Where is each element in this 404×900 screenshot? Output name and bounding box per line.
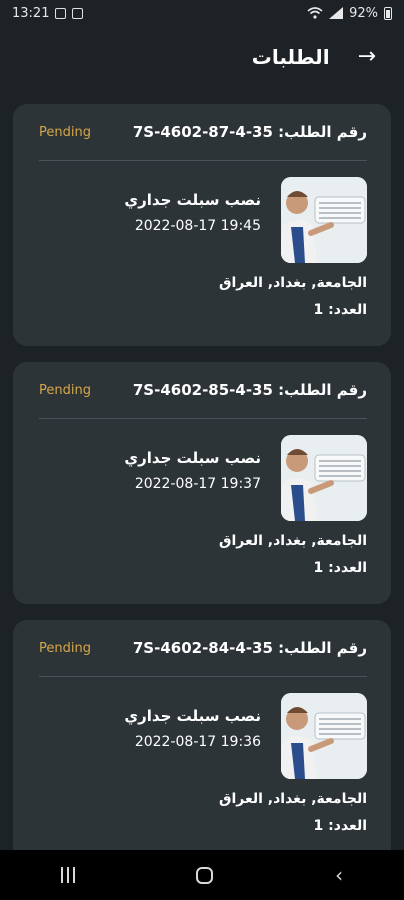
order-card-body: نصب سبلت جداري 2022-08-17 19:45 <box>39 177 367 263</box>
service-thumbnail <box>281 435 367 521</box>
order-card[interactable]: رقم الطلب: 7S-4602-87-4-35 Pending نصب س… <box>13 104 391 346</box>
service-info: نصب سبلت جداري 2022-08-17 19:45 <box>124 177 261 234</box>
order-card-header: رقم الطلب: 7S-4602-85-4-35 Pending <box>39 362 367 419</box>
service-name: نصب سبلت جداري <box>124 449 261 467</box>
order-count: العدد: 1 <box>313 818 367 834</box>
order-status: Pending <box>39 640 91 656</box>
gallery-notification-icon <box>55 7 67 19</box>
order-status: Pending <box>39 124 91 140</box>
order-number: رقم الطلب: 7S-4602-87-4-35 <box>132 123 367 141</box>
battery-icon <box>384 6 392 20</box>
order-datetime: 2022-08-17 19:37 <box>134 476 261 492</box>
order-number: رقم الطلب: 7S-4602-84-4-35 <box>132 639 367 657</box>
order-address: الجامعة, بغداد, العراق <box>218 275 367 291</box>
technician-ac-image <box>281 177 367 263</box>
order-count: العدد: 1 <box>313 560 367 576</box>
status-bar: 13:21 92% <box>0 0 404 26</box>
technician-ac-image <box>281 435 367 521</box>
wifi-icon <box>307 7 323 19</box>
order-card-body: نصب سبلت جداري 2022-08-17 19:37 <box>39 435 367 521</box>
order-number: رقم الطلب: 7S-4602-85-4-35 <box>132 381 367 399</box>
order-card-body: نصب سبلت جداري 2022-08-17 19:36 <box>39 693 367 779</box>
service-thumbnail <box>281 693 367 779</box>
order-card[interactable]: رقم الطلب: 7S-4602-85-4-35 Pending نصب س… <box>13 362 391 604</box>
service-info: نصب سبلت جداري 2022-08-17 19:37 <box>124 435 261 492</box>
order-address: الجامعة, بغداد, العراق <box>218 791 367 807</box>
order-card[interactable]: رقم الطلب: 7S-4602-84-4-35 Pending نصب س… <box>13 620 391 862</box>
signal-icon <box>329 7 344 19</box>
order-count: العدد: 1 <box>313 302 367 318</box>
battery-percent: 92% <box>349 5 378 21</box>
home-button[interactable] <box>196 866 214 884</box>
service-thumbnail <box>281 177 367 263</box>
back-arrow-icon[interactable]: → <box>358 46 376 68</box>
app-notification-icon <box>72 7 84 19</box>
app-header: الطلبات → <box>0 32 404 82</box>
order-card-header: رقم الطلب: 7S-4602-87-4-35 Pending <box>39 104 367 161</box>
order-card-header: رقم الطلب: 7S-4602-84-4-35 Pending <box>39 620 367 677</box>
recent-apps-button[interactable] <box>60 867 75 883</box>
technician-ac-image <box>281 693 367 779</box>
status-right: 92% <box>307 6 392 21</box>
status-left: 13:21 <box>12 5 84 21</box>
service-info: نصب سبلت جداري 2022-08-17 19:36 <box>124 693 261 750</box>
order-datetime: 2022-08-17 19:45 <box>134 218 261 234</box>
order-status: Pending <box>39 382 91 398</box>
order-datetime: 2022-08-17 19:36 <box>134 734 261 750</box>
page-title: الطلبات <box>251 45 330 69</box>
order-address: الجامعة, بغداد, العراق <box>218 533 367 549</box>
service-name: نصب سبلت جداري <box>124 191 261 209</box>
back-button[interactable]: ‹ <box>335 863 343 887</box>
service-name: نصب سبلت جداري <box>124 707 261 725</box>
status-time: 13:21 <box>12 5 50 21</box>
orders-list: رقم الطلب: 7S-4602-87-4-35 Pending نصب س… <box>13 104 391 878</box>
system-nav-bar: ‹ <box>0 850 404 900</box>
